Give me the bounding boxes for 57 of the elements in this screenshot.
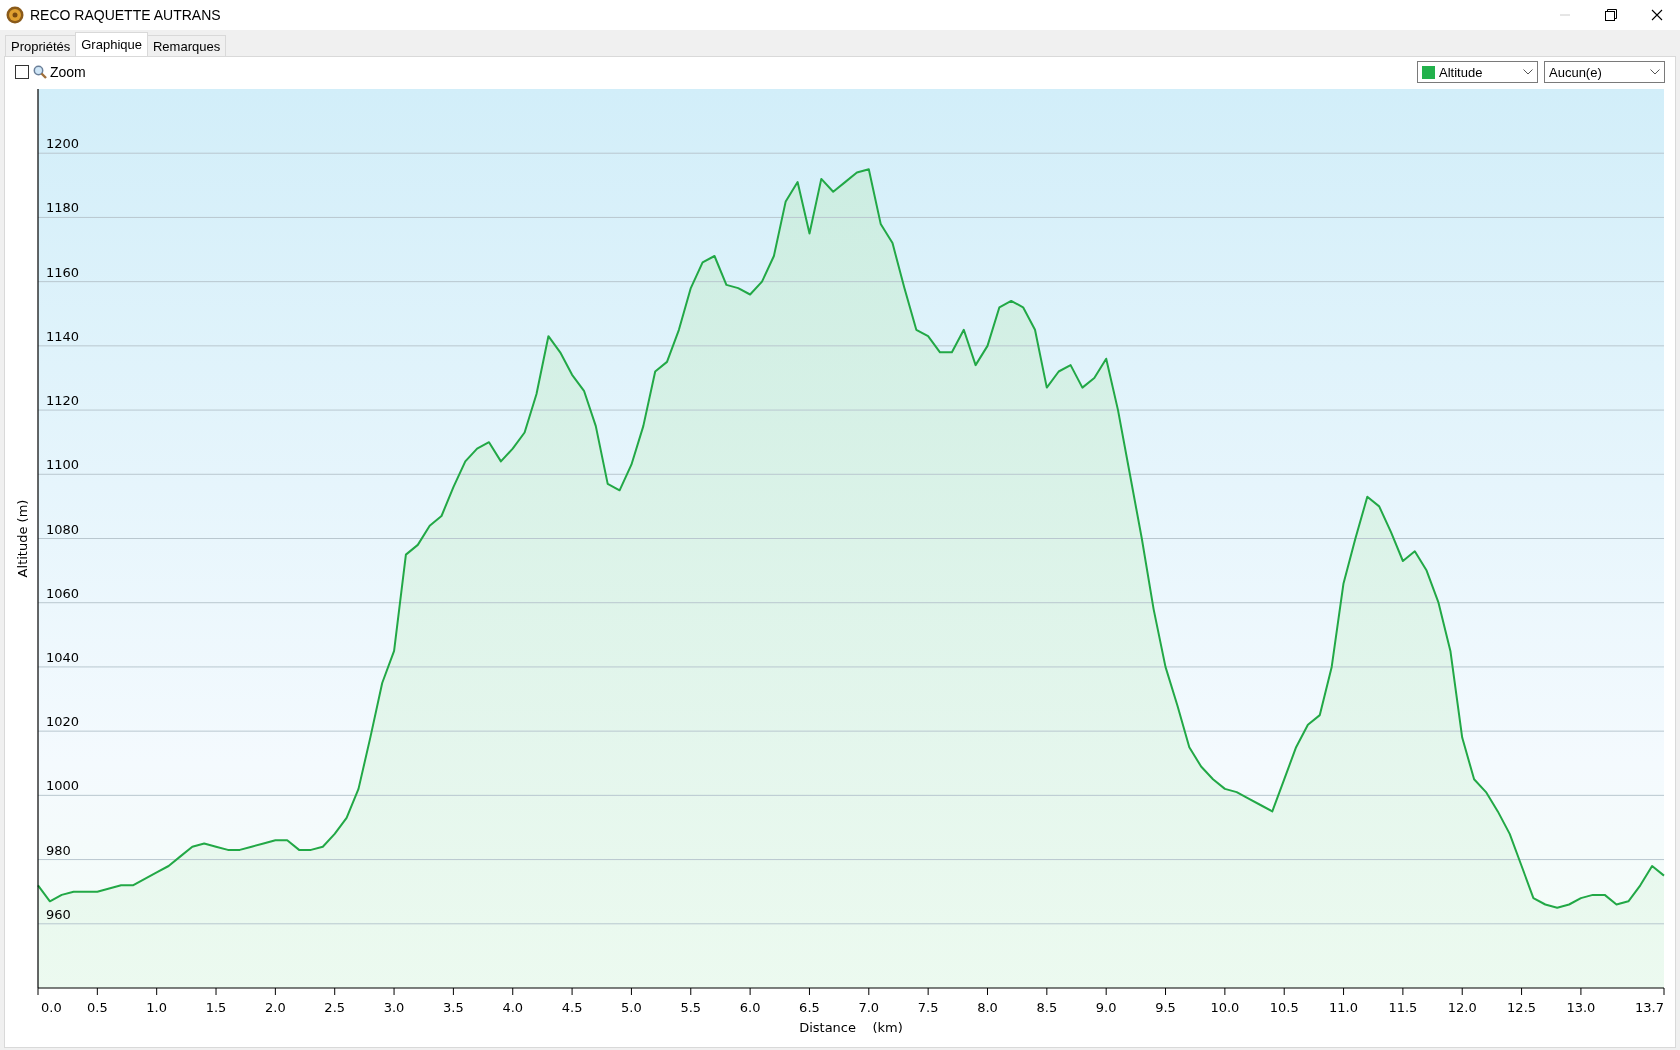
tab[interactable]: Graphique: [75, 32, 148, 56]
x-tick-label: 4.0: [502, 1000, 524, 1015]
x-tick-label: 6.0: [739, 1000, 761, 1015]
x-tick-label: 8.5: [1036, 1000, 1058, 1015]
x-tick-label: 9.5: [1155, 1000, 1176, 1015]
y-tick-label: 1040: [46, 649, 80, 665]
y-tick-label: 1140: [46, 328, 80, 344]
y-tick-label: 1200: [46, 136, 80, 152]
caret-icon: [1523, 69, 1533, 75]
x-tick-label: 5.5: [680, 1000, 702, 1015]
x-tick-label: 3.5: [443, 1000, 464, 1015]
x-tick-label: 0.0: [41, 1000, 62, 1015]
x-tick-label: 6.5: [799, 1000, 820, 1015]
series-dropdown[interactable]: Altitude: [1417, 61, 1538, 83]
y-tick-label: 1000: [46, 778, 80, 794]
x-tick-label: 13.7: [1635, 1000, 1664, 1015]
close-icon: [1651, 9, 1663, 21]
x-axis-title: Distance (km): [799, 1020, 903, 1035]
x-tick-label: 10.5: [1269, 1000, 1299, 1015]
y-tick-label: 1100: [46, 457, 80, 473]
x-tick-label: 11.5: [1388, 1000, 1418, 1015]
x-tick-label: 1.0: [146, 1000, 168, 1015]
x-tick-label: 2.5: [324, 1000, 346, 1015]
options-dropdown[interactable]: Aucun(e): [1544, 61, 1665, 83]
x-tick-label: 7.0: [858, 1000, 880, 1015]
x-tick-label: 3.0: [383, 1000, 405, 1015]
x-tick-label: 10.0: [1210, 1000, 1240, 1015]
y-tick-label: 1180: [46, 200, 80, 216]
y-tick-label: 1120: [46, 393, 80, 409]
y-tick-label: 1060: [46, 585, 80, 601]
y-tick-label: 1080: [46, 521, 80, 537]
x-tick-label: 9.0: [1095, 1000, 1117, 1015]
caret-icon: [1650, 69, 1660, 75]
y-axis-title: Altitude (m): [15, 499, 30, 578]
y-tick-label: 960: [46, 906, 71, 922]
x-tick-label: 8.0: [977, 1000, 998, 1015]
zoom-checkbox[interactable]: [15, 65, 29, 79]
tab[interactable]: Remarques: [146, 35, 227, 56]
x-tick-label: 5.0: [621, 1000, 642, 1015]
x-tick-label: 4.5: [561, 1000, 583, 1015]
magnifier-icon: [33, 65, 47, 79]
x-tick-label: 0.5: [87, 1000, 108, 1015]
tab[interactable]: Propriétés: [5, 35, 77, 56]
x-tick-label: 11.0: [1329, 1000, 1358, 1015]
x-tick-label: 13.0: [1566, 1000, 1596, 1015]
window-title: RECO RAQUETTE AUTRANS: [30, 7, 222, 23]
x-tick-label: 12.5: [1507, 1000, 1537, 1015]
x-tick-label: 12.0: [1447, 1000, 1477, 1015]
y-tick-label: 1160: [46, 264, 80, 280]
x-tick-label: 2.0: [265, 1000, 286, 1015]
app-icon: [6, 6, 24, 24]
x-tick-label: 7.5: [917, 1000, 939, 1015]
zoom-label: Zoom: [50, 64, 86, 80]
x-tick-label: 1.5: [205, 1000, 227, 1015]
y-tick-label: 1020: [46, 714, 80, 730]
y-tick-label: 980: [46, 842, 71, 858]
restore-icon: [1605, 9, 1617, 21]
